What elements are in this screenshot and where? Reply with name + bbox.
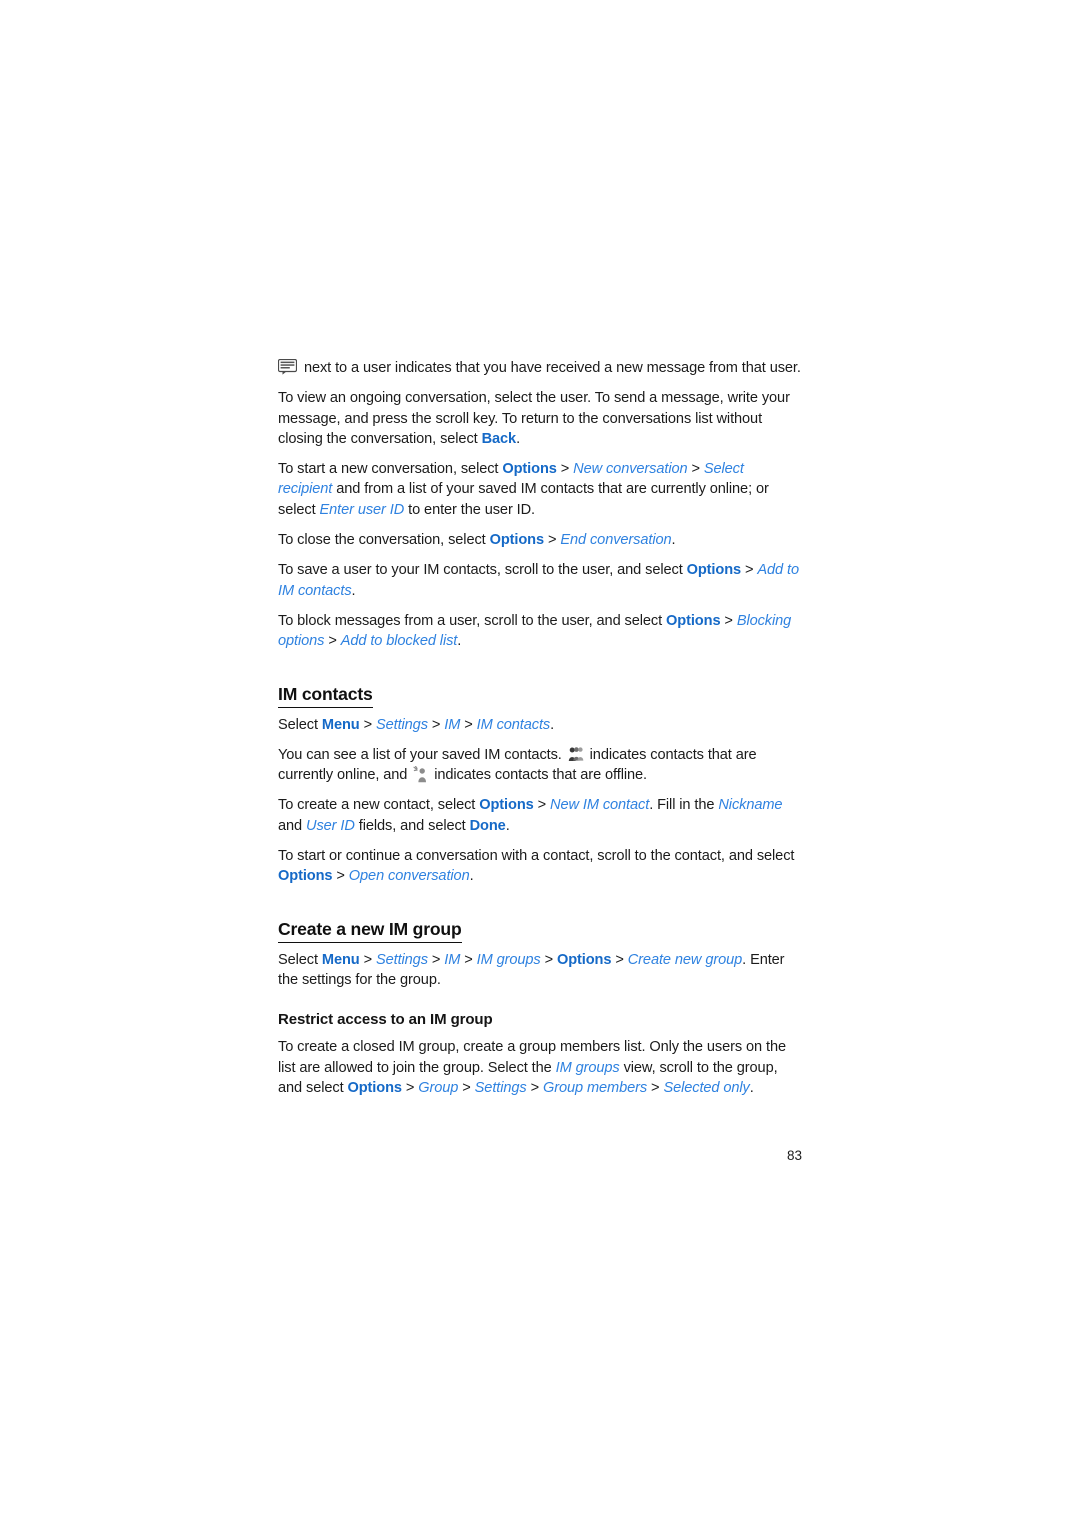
paragraph-close-conversation: To close the conversation, select Option… xyxy=(278,530,802,550)
path-separator: > xyxy=(427,951,445,968)
menu-item-enter-user-id: Enter user ID xyxy=(319,501,405,518)
text-run: Select xyxy=(278,951,322,968)
menu-item-im-contacts: IM contacts xyxy=(476,716,551,733)
softkey-menu: Menu xyxy=(321,716,360,733)
paragraph-path-create-new-group: Select Menu > Settings > IM > IM groups … xyxy=(278,950,802,991)
menu-item-im-groups: IM groups xyxy=(555,1059,620,1076)
softkey-options: Options xyxy=(502,461,557,478)
text-run: . xyxy=(457,633,462,650)
text-run: To close the conversation, select xyxy=(278,532,490,549)
path-separator: > xyxy=(556,461,574,478)
text-run: To save a user to your IM contacts, scro… xyxy=(278,562,687,579)
menu-item-im: IM xyxy=(444,951,461,968)
path-separator: > xyxy=(401,1079,419,1096)
path-separator: > xyxy=(687,461,704,478)
path-separator: > xyxy=(544,532,561,549)
text-run: You can see a list of your saved IM cont… xyxy=(278,746,566,763)
path-separator: > xyxy=(720,612,737,629)
text-run: fields, and select xyxy=(354,817,470,834)
menu-item-settings: Settings xyxy=(375,716,428,733)
document-page: next to a user indicates that you have r… xyxy=(0,0,1080,1528)
path-separator: > xyxy=(458,1079,475,1096)
softkey-options: Options xyxy=(479,797,534,814)
menu-item-settings: Settings xyxy=(474,1079,527,1096)
softkey-options: Options xyxy=(556,951,612,968)
text-run: . xyxy=(505,817,510,834)
page-number: 83 xyxy=(786,1148,802,1163)
menu-item-new-im-contact: New IM contact xyxy=(550,797,650,814)
section-heading-create-new-im-group: Create a new IM group xyxy=(278,917,462,943)
path-separator: > xyxy=(533,797,551,814)
paragraph-new-message-indicator: next to a user indicates that you have r… xyxy=(278,358,802,378)
path-separator: > xyxy=(647,1079,664,1096)
text-run: to enter the user ID. xyxy=(404,501,536,518)
text-run: . xyxy=(351,582,356,599)
menu-item-group: Group xyxy=(418,1079,459,1096)
text-run: To create a new contact, select xyxy=(278,797,480,814)
text-run: and xyxy=(278,817,307,834)
path-separator: > xyxy=(526,1079,543,1096)
path-separator: > xyxy=(741,562,758,579)
text-run: indicates contacts that are offline. xyxy=(430,767,647,784)
path-separator: > xyxy=(460,716,477,733)
message-bubble-icon xyxy=(278,359,297,375)
path-separator: > xyxy=(359,951,376,968)
text-run: . xyxy=(550,716,555,733)
softkey-options: Options xyxy=(686,562,742,579)
field-user-id: User ID xyxy=(306,817,355,834)
section-heading-im-contacts: IM contacts xyxy=(278,682,373,708)
text-run: To block messages from a user, scroll to… xyxy=(278,612,667,629)
menu-item-group-members: Group members xyxy=(542,1079,648,1096)
paragraph-view-conversation: To view an ongoing conversation, select … xyxy=(278,388,802,449)
menu-item-open-conversation: Open conversation xyxy=(348,868,470,885)
softkey-options: Options xyxy=(347,1079,402,1096)
text-run: . xyxy=(671,532,676,549)
softkey-menu: Menu xyxy=(321,951,360,968)
heading-wrap-create-new-im-group: Create a new IM group xyxy=(278,897,802,950)
paragraph-restrict-access-instructions: To create a closed IM group, create a gr… xyxy=(278,1037,802,1098)
subsection-heading-restrict-access: Restrict access to an IM group xyxy=(278,1011,493,1029)
heading-wrap-im-contacts: IM contacts xyxy=(278,662,802,715)
paragraph-text: next to a user indicates that you have r… xyxy=(300,360,801,376)
text-run: Select xyxy=(278,716,322,733)
menu-item-create-new-group: Create new group xyxy=(627,951,743,968)
menu-item-im: IM xyxy=(444,716,461,733)
text-run: . Fill in the xyxy=(649,797,719,814)
menu-item-im-groups: IM groups xyxy=(476,951,541,968)
menu-item-new-conversation: New conversation xyxy=(573,461,688,478)
paragraph-path-im-contacts: Select Menu > Settings > IM > IM contact… xyxy=(278,715,802,735)
softkey-options: Options xyxy=(489,532,545,549)
softkey-options: Options xyxy=(278,868,333,885)
path-separator: > xyxy=(427,716,445,733)
softkey-back: Back xyxy=(481,430,517,447)
paragraph-block-messages: To block messages from a user, scroll to… xyxy=(278,611,802,652)
menu-item-add-to-blocked-list: Add to blocked list xyxy=(340,633,458,650)
text-run: To view an ongoing conversation, select … xyxy=(278,390,790,447)
text-run: . xyxy=(469,868,474,885)
page-content: next to a user indicates that you have r… xyxy=(278,358,802,1108)
softkey-options: Options xyxy=(666,612,721,629)
field-nickname: Nickname xyxy=(718,797,783,814)
contact-offline-icon xyxy=(413,766,428,783)
path-separator: > xyxy=(540,951,557,968)
menu-item-settings: Settings xyxy=(375,951,428,968)
path-separator: > xyxy=(460,951,477,968)
text-run: To start or continue a conversation with… xyxy=(278,848,795,865)
path-separator: > xyxy=(324,633,341,650)
paragraph-open-conversation: To start or continue a conversation with… xyxy=(278,846,802,887)
softkey-done: Done xyxy=(469,817,506,834)
text-run: . xyxy=(516,430,521,447)
paragraph-contact-status-icons: You can see a list of your saved IM cont… xyxy=(278,745,802,786)
text-run: . xyxy=(749,1079,754,1096)
paragraph-create-new-contact: To create a new contact, select Options … xyxy=(278,795,802,836)
text-run: To start a new conversation, select xyxy=(278,461,503,478)
contacts-online-icon xyxy=(568,746,584,762)
path-separator: > xyxy=(611,951,628,968)
paragraph-start-new-conversation: To start a new conversation, select Opti… xyxy=(278,459,802,520)
menu-item-selected-only: Selected only xyxy=(663,1079,750,1096)
paragraph-save-user-to-contacts: To save a user to your IM contacts, scro… xyxy=(278,560,802,601)
path-separator: > xyxy=(332,868,349,885)
menu-item-end-conversation: End conversation xyxy=(560,532,672,549)
path-separator: > xyxy=(359,716,376,733)
